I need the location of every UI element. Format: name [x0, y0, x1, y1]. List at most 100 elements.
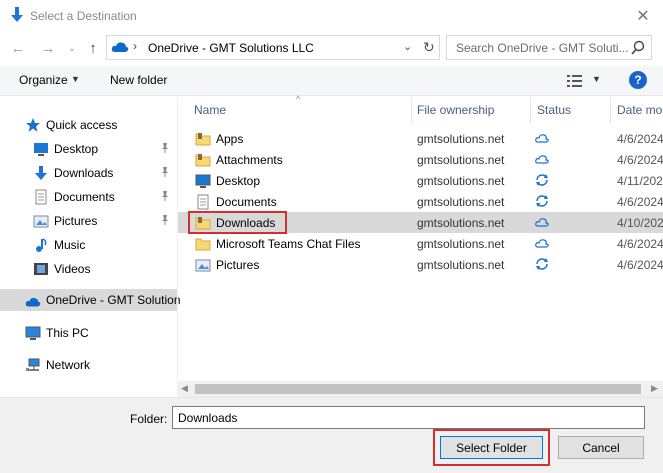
sidebar-item-this-pc[interactable]: This PC — [0, 322, 177, 344]
sidebar-item-documents[interactable]: Documents — [0, 186, 177, 208]
command-toolbar: Organize ▼ New folder ▼ ? — [0, 66, 663, 96]
search-icon[interactable] — [630, 40, 646, 56]
sidebar-item-label: Documents — [54, 190, 115, 204]
new-folder-button[interactable]: New folder — [110, 73, 167, 87]
sidebar-item-network[interactable]: Network — [0, 354, 177, 376]
column-header-date[interactable]: Date mo — [617, 103, 662, 117]
file-row[interactable]: Microsoft Teams Chat Files gmtsolutions.… — [178, 233, 663, 254]
caret-down-icon[interactable]: ▼ — [71, 74, 80, 84]
column-header-ownership[interactable]: File ownership — [417, 103, 494, 117]
column-divider[interactable] — [530, 97, 531, 123]
folder-input[interactable]: Downloads — [172, 406, 645, 429]
column-header-status[interactable]: Status — [537, 103, 571, 117]
organize-button[interactable]: Organize — [19, 73, 68, 87]
file-name: Apps — [216, 132, 244, 146]
file-date: 4/10/202 — [617, 216, 663, 230]
file-date: 4/6/2024 — [617, 237, 663, 251]
arrow-left-icon: ← — [10, 39, 26, 57]
forward-button[interactable]: → — [38, 38, 58, 58]
file-owner: gmtsolutions.net — [417, 195, 505, 209]
sync-status-icon — [536, 258, 548, 270]
file-date: 4/6/2024 — [617, 132, 663, 146]
column-divider[interactable] — [411, 97, 412, 123]
caret-down-icon[interactable]: ▼ — [592, 74, 601, 84]
sidebar-item-pictures[interactable]: Pictures — [0, 210, 177, 232]
file-owner: gmtsolutions.net — [417, 258, 505, 272]
help-icon[interactable]: ? — [629, 71, 647, 89]
select-folder-button[interactable]: Select Folder — [440, 436, 543, 459]
breadcrumb-separator-icon[interactable]: › — [133, 39, 137, 53]
pin-icon[interactable] — [159, 214, 171, 226]
folder-icon — [195, 133, 211, 146]
arrow-right-icon: → — [40, 39, 56, 57]
cloud-status-icon — [535, 155, 549, 164]
column-divider[interactable] — [610, 97, 611, 123]
download-arrow-icon — [35, 166, 47, 180]
sync-status-icon — [536, 195, 548, 207]
folder-icon — [195, 154, 211, 167]
file-row-selected[interactable]: Downloads gmtsolutions.net 4/10/202 — [178, 211, 663, 234]
pin-icon[interactable] — [159, 190, 171, 202]
scrollbar-thumb[interactable] — [195, 384, 641, 394]
cloud-status-icon — [535, 239, 549, 248]
column-header-name[interactable]: Name — [194, 103, 226, 117]
back-button[interactable]: ← — [8, 38, 28, 58]
search-input[interactable]: Search OneDrive - GMT Soluti... — [446, 35, 652, 60]
sidebar-item-videos[interactable]: Videos — [0, 258, 177, 280]
sidebar-item-quick-access[interactable]: Quick access — [0, 114, 177, 136]
pin-icon[interactable] — [159, 166, 171, 178]
desktop-icon — [34, 143, 48, 156]
file-row[interactable]: Attachments gmtsolutions.net 4/6/2024 — [178, 149, 663, 170]
desktop-folder-icon — [195, 174, 211, 188]
network-icon — [26, 358, 40, 371]
scroll-right-icon[interactable]: ▶ — [651, 383, 658, 394]
file-row[interactable]: Apps gmtsolutions.net 4/6/2024 — [178, 128, 663, 149]
breadcrumb-onedrive[interactable]: OneDrive - GMT Solutions LLC — [148, 41, 314, 55]
star-icon — [26, 118, 40, 132]
file-row[interactable]: Desktop gmtsolutions.net 4/11/202 — [178, 170, 663, 191]
sidebar-item-desktop[interactable]: Desktop — [0, 138, 177, 160]
documents-folder-icon — [197, 194, 209, 210]
dialog-footer: Folder: Downloads Select Folder Cancel — [0, 397, 663, 473]
music-note-icon — [36, 238, 47, 252]
file-row[interactable]: Documents gmtsolutions.net 4/6/2024 — [178, 191, 663, 212]
file-owner: gmtsolutions.net — [417, 237, 505, 251]
sidebar-item-music[interactable]: Music — [0, 234, 177, 256]
close-button[interactable]: ✕ — [630, 4, 656, 28]
sidebar-item-downloads[interactable]: Downloads — [0, 162, 177, 184]
file-name: Downloads — [216, 216, 276, 230]
view-options-icon[interactable] — [567, 74, 583, 88]
file-name: Documents — [216, 195, 277, 209]
sidebar-item-label: Network — [46, 358, 91, 372]
close-icon: ✕ — [636, 8, 650, 25]
up-button[interactable]: ↑ — [83, 38, 103, 58]
videos-icon — [34, 263, 48, 275]
file-name: Pictures — [216, 258, 260, 272]
horizontal-scrollbar[interactable]: ◀ ▶ — [177, 381, 663, 397]
pictures-folder-icon — [195, 259, 211, 272]
cancel-button[interactable]: Cancel — [558, 436, 644, 459]
onedrive-cloud-icon — [25, 297, 41, 307]
folder-input-value: Downloads — [178, 411, 238, 425]
cloud-status-icon — [535, 218, 549, 227]
sort-caret-icon: ^ — [296, 94, 301, 104]
file-owner: gmtsolutions.net — [417, 153, 505, 167]
folder-icon — [195, 217, 211, 230]
sidebar-item-onedrive[interactable]: OneDrive - GMT Solution — [0, 289, 181, 311]
sidebar-item-label: Videos — [54, 262, 91, 276]
recent-locations-button[interactable]: ⌄ — [62, 38, 82, 58]
sidebar-item-label: Pictures — [54, 214, 98, 228]
refresh-icon[interactable]: ↻ — [423, 39, 435, 56]
chevron-down-icon[interactable]: ⌄ — [403, 40, 412, 53]
pin-icon[interactable] — [159, 142, 171, 154]
sidebar-item-label: Quick access — [46, 118, 118, 132]
pc-icon — [25, 326, 41, 340]
search-placeholder: Search OneDrive - GMT Soluti... — [456, 41, 629, 55]
chevron-down-icon: ⌄ — [67, 42, 77, 54]
file-name: Attachments — [216, 153, 283, 167]
address-bar[interactable]: › OneDrive - GMT Solutions LLC ⌄ ↻ — [106, 35, 440, 60]
file-row[interactable]: Pictures gmtsolutions.net 4/6/2024 — [178, 254, 663, 275]
window-title: Select a Destination — [30, 9, 137, 23]
title-bar: Select a Destination ✕ — [0, 0, 663, 31]
scroll-left-icon[interactable]: ◀ — [181, 383, 188, 394]
